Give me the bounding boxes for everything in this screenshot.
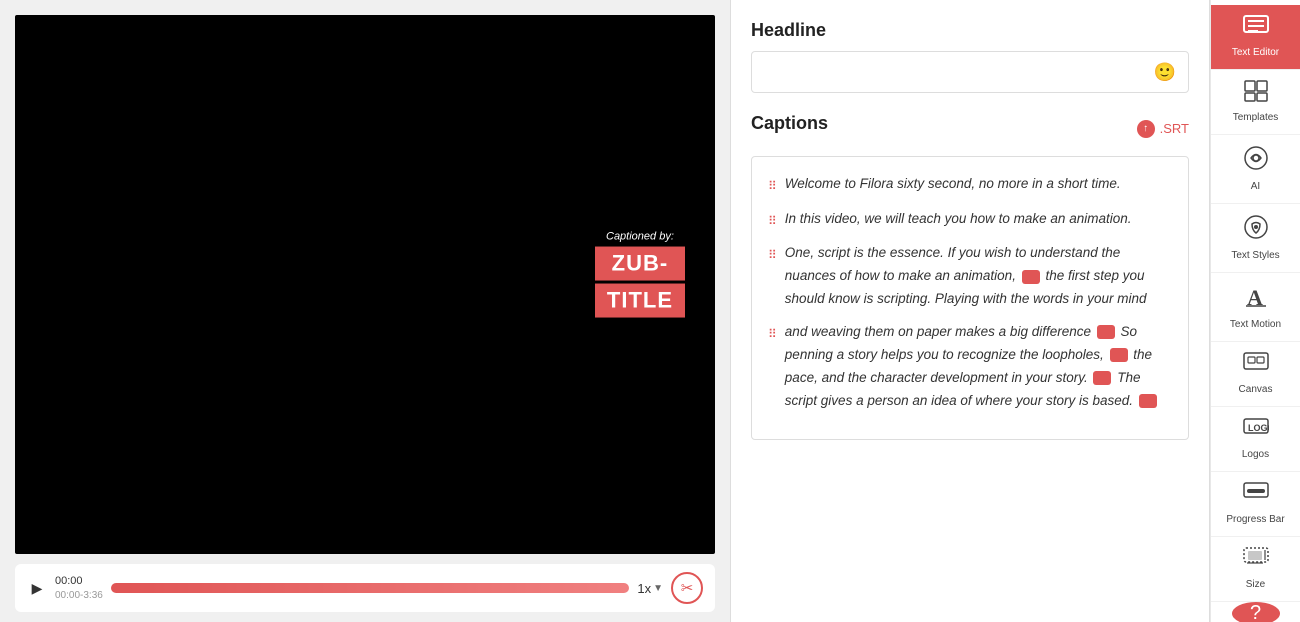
text-styles-icon bbox=[1243, 214, 1269, 246]
caption-text-3[interactable]: One, script is the essence. If you wish … bbox=[785, 242, 1172, 311]
sidebar-label-text-editor: Text Editor bbox=[1232, 47, 1279, 59]
caption-text-2[interactable]: In this video, we will teach you how to … bbox=[785, 208, 1172, 231]
drag-handle-2[interactable]: ⠿ bbox=[768, 211, 777, 233]
captions-section-title: Captions bbox=[751, 113, 828, 134]
progress-track[interactable] bbox=[111, 583, 630, 593]
sidebar-item-text-motion[interactable]: A Text Motion bbox=[1211, 273, 1300, 342]
caption-line-4: ⠿ and weaving them on paper makes a big … bbox=[768, 321, 1172, 413]
size-icon bbox=[1243, 547, 1269, 575]
templates-icon bbox=[1244, 80, 1268, 108]
sidebar-label-ai: AI bbox=[1251, 181, 1260, 193]
right-sidebar: Text Editor Templates AI bbox=[1210, 0, 1300, 622]
editor-scroll-area[interactable]: Headline 🙂 Captions ↑ .SRT ⠿ Welcome to … bbox=[731, 0, 1209, 622]
logos-icon: LOGO bbox=[1243, 417, 1269, 445]
upgrade-button[interactable]: ? bbox=[1232, 602, 1280, 622]
sidebar-label-text-motion: Text Motion bbox=[1230, 319, 1281, 331]
caption-by-text: Captioned by: bbox=[595, 230, 685, 242]
drag-handle-3[interactable]: ⠿ bbox=[768, 245, 777, 267]
sidebar-item-text-editor[interactable]: Text Editor bbox=[1211, 5, 1300, 70]
middle-panel: Headline 🙂 Captions ↑ .SRT ⠿ Welcome to … bbox=[730, 0, 1210, 622]
video-preview: Captioned by: ZUB- TITLE bbox=[15, 15, 715, 554]
caption-title-line2: TITLE bbox=[595, 283, 685, 317]
speed-arrow-icon: ▼ bbox=[653, 583, 663, 594]
ai-icon bbox=[1243, 145, 1269, 177]
drag-handle-4[interactable]: ⠿ bbox=[768, 324, 777, 346]
caption-line-3: ⠿ One, script is the essence. If you wis… bbox=[768, 242, 1172, 311]
text-editor-icon bbox=[1243, 15, 1269, 43]
sidebar-item-progress-bar[interactable]: Progress Bar bbox=[1211, 472, 1300, 537]
caption-line-2: ⠿ In this video, we will teach you how t… bbox=[768, 208, 1172, 233]
left-panel: Captioned by: ZUB- TITLE ▶ 00:00 00:00-3… bbox=[0, 0, 730, 622]
captions-box[interactable]: ⠿ Welcome to Filora sixty second, no mor… bbox=[751, 156, 1189, 440]
srt-label: .SRT bbox=[1160, 121, 1189, 136]
progress-bar-icon bbox=[1243, 482, 1269, 510]
caption-title-line1: ZUB- bbox=[595, 246, 685, 280]
speed-selector[interactable]: 1x ▼ bbox=[637, 581, 663, 596]
sidebar-label-progress-bar: Progress Bar bbox=[1226, 514, 1284, 526]
headline-input[interactable]: 🙂 bbox=[751, 51, 1189, 93]
scissors-button[interactable]: ✂ bbox=[671, 572, 703, 604]
sidebar-label-templates: Templates bbox=[1233, 112, 1279, 124]
speed-value: 1x bbox=[637, 581, 651, 596]
headline-section-title: Headline bbox=[751, 20, 1189, 41]
canvas-icon bbox=[1243, 352, 1269, 380]
caption-line-1: ⠿ Welcome to Filora sixty second, no mor… bbox=[768, 173, 1172, 198]
srt-upload-button[interactable]: ↑ .SRT bbox=[1137, 120, 1189, 138]
sidebar-label-text-styles: Text Styles bbox=[1231, 250, 1279, 262]
sidebar-label-size: Size bbox=[1246, 579, 1265, 591]
sidebar-item-canvas[interactable]: Canvas bbox=[1211, 342, 1300, 407]
timeline-bar: ▶ 00:00 00:00-3:36 1x ▼ ✂ bbox=[15, 564, 715, 612]
sidebar-item-text-styles[interactable]: Text Styles bbox=[1211, 204, 1300, 273]
emoji-icon[interactable]: 🙂 bbox=[1154, 62, 1176, 83]
time-display: 00:00 00:00-3:36 bbox=[55, 574, 103, 601]
caption-text-1[interactable]: Welcome to Filora sixty second, no more … bbox=[785, 173, 1172, 196]
sidebar-item-logos[interactable]: LOGO Logos bbox=[1211, 407, 1300, 472]
drag-handle-1[interactable]: ⠿ bbox=[768, 176, 777, 198]
sidebar-item-size[interactable]: Size bbox=[1211, 537, 1300, 602]
captions-header: Captions ↑ .SRT bbox=[751, 113, 1189, 144]
svg-text:LOGO: LOGO bbox=[1248, 423, 1269, 433]
play-button[interactable]: ▶ bbox=[27, 580, 47, 597]
sidebar-label-logos: Logos bbox=[1242, 449, 1269, 461]
sidebar-label-canvas: Canvas bbox=[1239, 384, 1273, 396]
upload-icon: ↑ bbox=[1137, 120, 1155, 138]
sidebar-item-templates[interactable]: Templates bbox=[1211, 70, 1300, 135]
text-motion-icon: A bbox=[1243, 283, 1269, 315]
caption-text-4[interactable]: and weaving them on paper makes a big di… bbox=[785, 321, 1172, 413]
caption-overlay: Captioned by: ZUB- TITLE bbox=[595, 230, 685, 321]
sidebar-item-ai[interactable]: AI bbox=[1211, 135, 1300, 204]
